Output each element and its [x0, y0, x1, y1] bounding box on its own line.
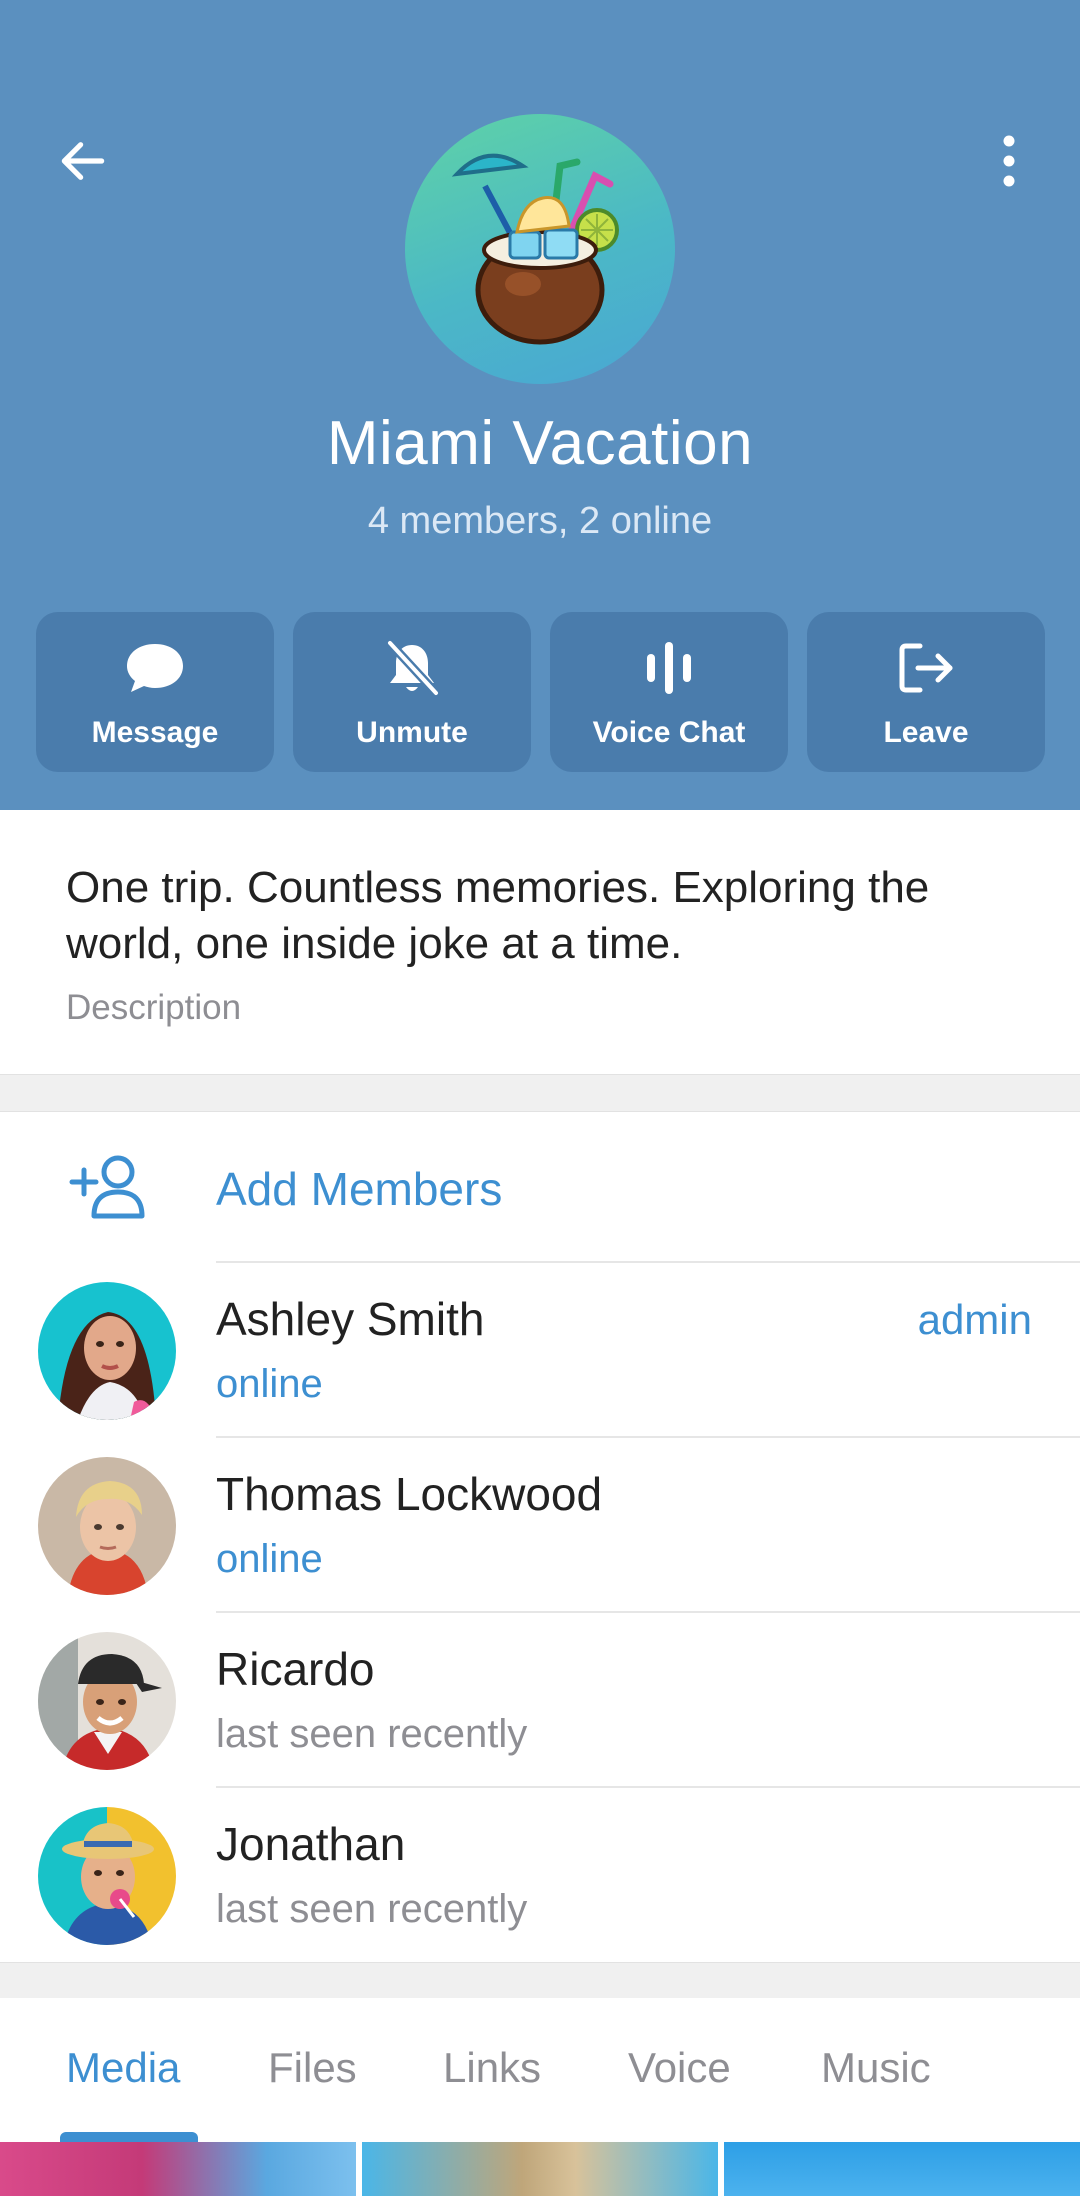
- add-members-row[interactable]: Add Members: [0, 1112, 1080, 1262]
- unmute-button-label: Unmute: [356, 716, 468, 749]
- tab-links[interactable]: Links: [443, 2044, 541, 2092]
- back-button[interactable]: [40, 118, 126, 204]
- member-name: Ashley Smith: [216, 1293, 485, 1345]
- voice-chat-button-label: Voice Chat: [592, 716, 746, 749]
- leave-button-label: Leave: [883, 716, 969, 749]
- member-status: online: [216, 1537, 323, 1581]
- avatar: [38, 1807, 176, 1945]
- avatar: [38, 1457, 176, 1595]
- voice-chat-button[interactable]: Voice Chat: [550, 612, 788, 772]
- avatar: [38, 1282, 176, 1420]
- shared-media-tabs: Media Files Links Voice Music: [0, 1998, 1080, 2142]
- more-vertical-icon: [1003, 135, 1015, 187]
- group-title: Miami Vacation: [326, 409, 754, 478]
- member-name: Ricardo: [216, 1643, 375, 1695]
- message-button[interactable]: Message: [36, 612, 274, 772]
- member-status: last seen recently: [216, 1887, 528, 1931]
- section-divider: [0, 1962, 1080, 1998]
- section-divider: [0, 1074, 1080, 1112]
- member-row-ricardo[interactable]: Ricardo last seen recently: [0, 1612, 1080, 1787]
- member-row-ashley[interactable]: Ashley Smith online admin: [0, 1262, 1080, 1437]
- leave-button[interactable]: Leave: [807, 612, 1045, 772]
- member-name: Thomas Lockwood: [216, 1468, 603, 1520]
- tab-media[interactable]: Media: [66, 2044, 180, 2092]
- member-row-jonathan[interactable]: Jonathan last seen recently: [0, 1787, 1080, 1962]
- media-grid: [0, 2142, 1080, 2196]
- add-members-label: Add Members: [216, 1163, 503, 1215]
- tab-music[interactable]: Music: [821, 2044, 931, 2092]
- member-status: last seen recently: [216, 1712, 528, 1756]
- member-name: Jonathan: [216, 1818, 406, 1870]
- add-person-icon: [69, 1155, 145, 1219]
- media-thumbnail[interactable]: [362, 2142, 718, 2196]
- unmute-button[interactable]: Unmute: [293, 612, 531, 772]
- bell-off-icon: [385, 639, 440, 697]
- message-button-label: Message: [91, 716, 219, 749]
- description-label: Description: [66, 988, 242, 1027]
- member-count: 4 members, 2 online: [367, 500, 713, 542]
- description-text[interactable]: One trip. Countless memories. Exploring …: [66, 860, 1026, 972]
- chat-bubble-icon: [127, 644, 183, 692]
- tab-files[interactable]: Files: [268, 2044, 357, 2092]
- member-row-thomas[interactable]: Thomas Lockwood online: [0, 1437, 1080, 1612]
- member-status: online: [216, 1362, 323, 1406]
- coconut-cocktail-icon: [451, 153, 619, 345]
- leave-door-icon: [899, 643, 953, 693]
- tab-voice[interactable]: Voice: [628, 2044, 731, 2092]
- active-tab-indicator: [60, 2132, 198, 2142]
- more-menu-button[interactable]: [966, 118, 1052, 204]
- media-thumbnail[interactable]: [724, 2142, 1080, 2196]
- description-section: One trip. Countless memories. Exploring …: [0, 810, 1080, 1074]
- voice-bars-icon: [647, 642, 691, 694]
- media-thumbnail[interactable]: [0, 2142, 356, 2196]
- admin-badge: admin: [917, 1296, 1032, 1343]
- arrow-left-icon: [61, 142, 105, 180]
- profile-header: Miami Vacation 4 members, 2 online Messa…: [0, 0, 1080, 810]
- avatar: [38, 1632, 176, 1770]
- group-avatar[interactable]: [405, 114, 675, 384]
